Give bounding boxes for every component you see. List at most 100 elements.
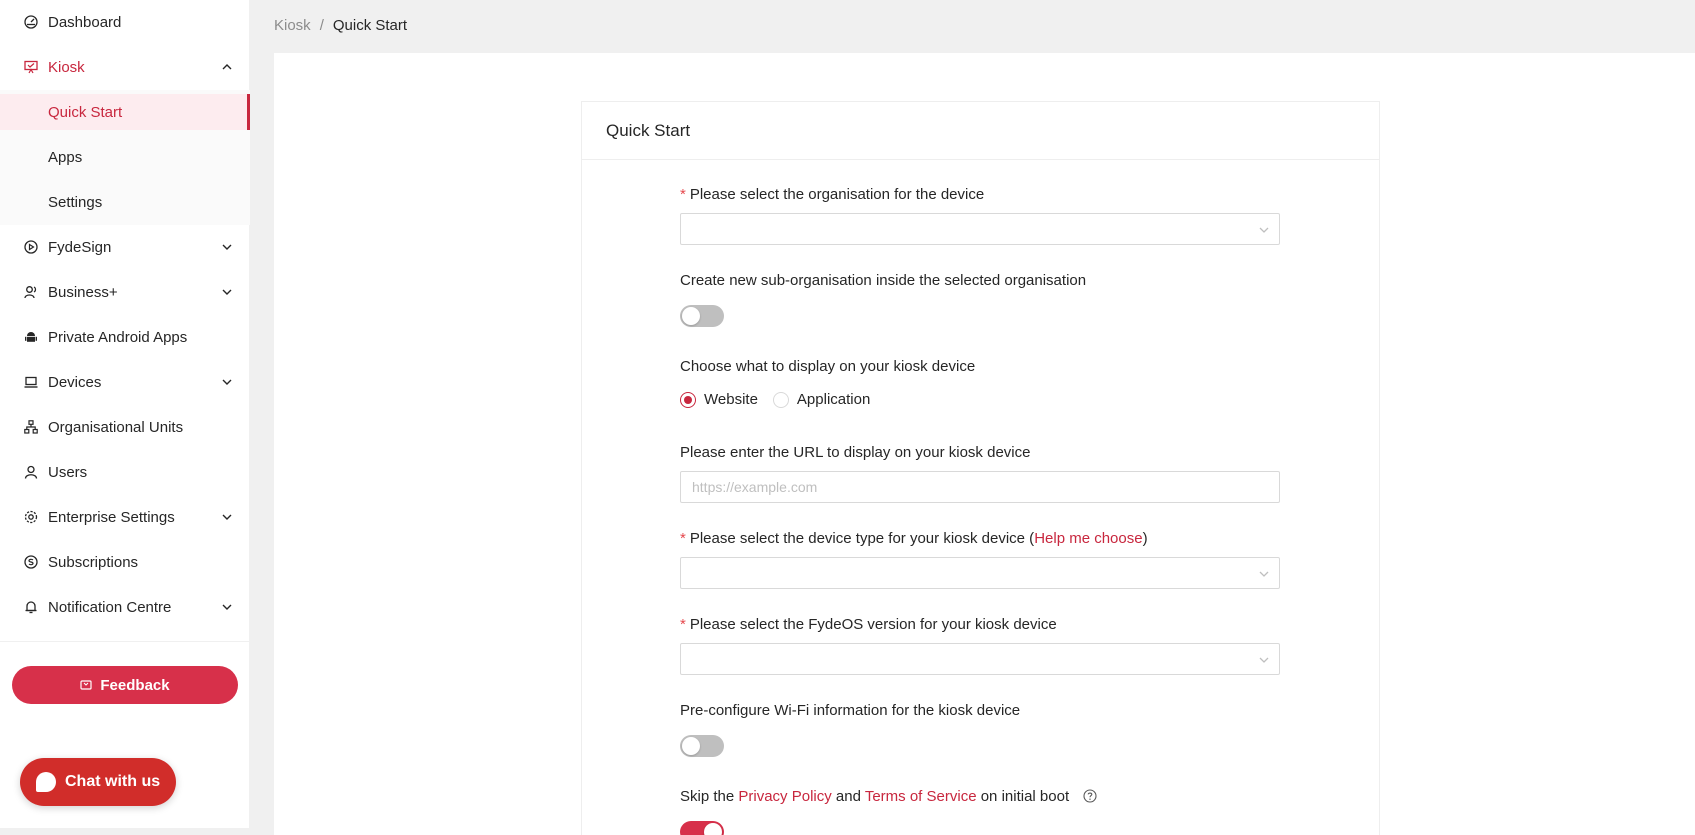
wifi-toggle[interactable] [680, 735, 724, 757]
skip-label: Skip the Privacy Policy and Terms of Ser… [680, 788, 1097, 805]
sidebar-item-label: Kiosk [48, 58, 85, 76]
org-units-icon [24, 420, 38, 434]
chevron-down-icon [222, 514, 232, 520]
toggle-knob [682, 737, 700, 755]
radio-website[interactable]: Website [680, 391, 758, 408]
fydesign-icon [24, 240, 38, 254]
card-title: Quick Start [582, 102, 1379, 160]
sidebar-item-kiosk[interactable]: Kiosk [0, 46, 250, 88]
breadcrumb: Kiosk / Quick Start [274, 17, 407, 34]
fydeos-version-select[interactable] [680, 643, 1280, 675]
subscriptions-icon [24, 555, 38, 569]
display-label: Choose what to display on your kiosk dev… [680, 358, 976, 375]
sidebar-divider [0, 641, 250, 642]
sidebar-subitem-label: Quick Start [48, 103, 123, 121]
chat-bubble-icon [36, 772, 56, 792]
sidebar-item-devices[interactable]: Devices [0, 361, 250, 403]
device-type-label-close: ) [1142, 530, 1148, 547]
toggle-knob [682, 307, 700, 325]
radio-dot [680, 391, 696, 408]
feedback-button[interactable]: Feedback [12, 666, 238, 704]
sidebar-item-label: Business+ [48, 283, 118, 301]
display-radio-group: Website Application [680, 391, 885, 408]
sidebar-item-label: Notification Centre [48, 598, 172, 616]
chevron-down-icon [222, 289, 232, 295]
laptop-icon [24, 375, 38, 389]
skip-privacy-toggle[interactable] [680, 821, 724, 835]
sidebar-subitem-label: Settings [48, 193, 103, 211]
radio-application-label: Application [796, 391, 871, 408]
sidebar-item-notification-centre[interactable]: Notification Centre [0, 586, 250, 628]
sidebar-item-organisational-units[interactable]: Organisational Units [0, 406, 250, 448]
quick-start-card: Quick Start [581, 101, 1380, 835]
sidebar-item-dashboard[interactable]: Dashboard [0, 1, 250, 43]
sidebar-item-enterprise-settings[interactable]: Enterprise Settings [0, 496, 250, 538]
chevron-down-icon [222, 604, 232, 610]
sidebar-item-private-android-apps[interactable]: Private Android Apps [0, 316, 250, 358]
dashboard-icon [24, 15, 38, 29]
business-icon [24, 285, 38, 299]
chevron-down-icon [1259, 657, 1269, 663]
wifi-label: Pre-configure Wi-Fi information for the … [680, 702, 1021, 719]
chevron-down-icon [1259, 571, 1269, 577]
radio-website-label: Website [704, 391, 758, 408]
feedback-icon [80, 679, 92, 691]
sidebar-item-label: Subscriptions [48, 553, 139, 571]
sidebar-subitem-settings[interactable]: Settings [0, 184, 250, 220]
org-label: * Please select the organisation for the … [680, 186, 984, 203]
radio-dot [772, 391, 789, 408]
chat-with-us-button[interactable]: Chat with us [20, 758, 176, 806]
sidebar-subitem-quick-start[interactable]: Quick Start [0, 94, 250, 130]
android-icon [24, 330, 38, 344]
sidebar-item-label: Users [48, 463, 88, 481]
required-mark: * [680, 186, 686, 203]
device-type-label: * Please select the device type for your … [680, 530, 1148, 547]
sidebar-item-label: Organisational Units [48, 418, 184, 436]
radio-application[interactable]: Application [772, 391, 871, 408]
skip-prefix: Skip the [680, 788, 735, 805]
sidebar-item-label: Devices [48, 373, 102, 391]
url-input[interactable] [680, 471, 1280, 503]
sub-org-toggle[interactable] [680, 305, 724, 327]
version-label: * Please select the FydeOS version for yo… [680, 616, 1057, 633]
sidebar: Dashboard Kiosk Quick Start Apps Setting… [0, 0, 250, 835]
help-me-choose-link[interactable]: Help me choose [1034, 530, 1142, 547]
terms-of-service-link[interactable]: Terms of Service [865, 788, 977, 805]
privacy-policy-link[interactable]: Privacy Policy [738, 788, 831, 805]
bell-icon [24, 600, 38, 614]
org-label-text: Please select the organisation for the d… [689, 186, 985, 203]
organisation-select[interactable] [680, 213, 1280, 245]
breadcrumb-separator: / [319, 17, 324, 34]
chevron-up-icon [222, 64, 232, 70]
sidebar-item-label: Dashboard [48, 13, 122, 31]
url-label: Please enter the URL to display on your … [680, 444, 1031, 461]
version-label-text: Please select the FydeOS version for you… [689, 616, 1057, 633]
breadcrumb-current: Quick Start [332, 17, 408, 34]
feedback-label: Feedback [100, 676, 170, 694]
sidebar-item-label: Private Android Apps [48, 328, 188, 346]
kiosk-icon [24, 60, 38, 74]
chevron-down-icon [1259, 227, 1269, 233]
user-icon [24, 465, 38, 479]
chevron-down-icon [222, 379, 232, 385]
sidebar-item-label: Enterprise Settings [48, 508, 175, 526]
sidebar-subitem-apps[interactable]: Apps [0, 139, 250, 175]
sidebar-item-subscriptions[interactable]: Subscriptions [0, 541, 250, 583]
question-circle-icon[interactable] [1083, 789, 1097, 803]
chat-label: Chat with us [65, 773, 161, 790]
sidebar-bottom-strip [0, 828, 250, 835]
device-type-label-text: Please select the device type for your k… [689, 530, 1035, 547]
device-type-select[interactable] [680, 557, 1280, 589]
toggle-knob [704, 823, 722, 835]
sidebar-item-fydesign[interactable]: FydeSign [0, 226, 250, 268]
sidebar-item-users[interactable]: Users [0, 451, 250, 493]
sub-org-label: Create new sub-organisation inside the s… [680, 272, 1087, 289]
required-mark: * [680, 530, 686, 547]
breadcrumb-kiosk[interactable]: Kiosk [274, 17, 311, 34]
gear-icon [24, 510, 38, 524]
skip-suffix: on initial boot [980, 788, 1070, 805]
sidebar-item-business-plus[interactable]: Business+ [0, 271, 250, 313]
chevron-down-icon [222, 244, 232, 250]
sidebar-subitem-label: Apps [48, 148, 83, 166]
sidebar-item-label: FydeSign [48, 238, 112, 256]
